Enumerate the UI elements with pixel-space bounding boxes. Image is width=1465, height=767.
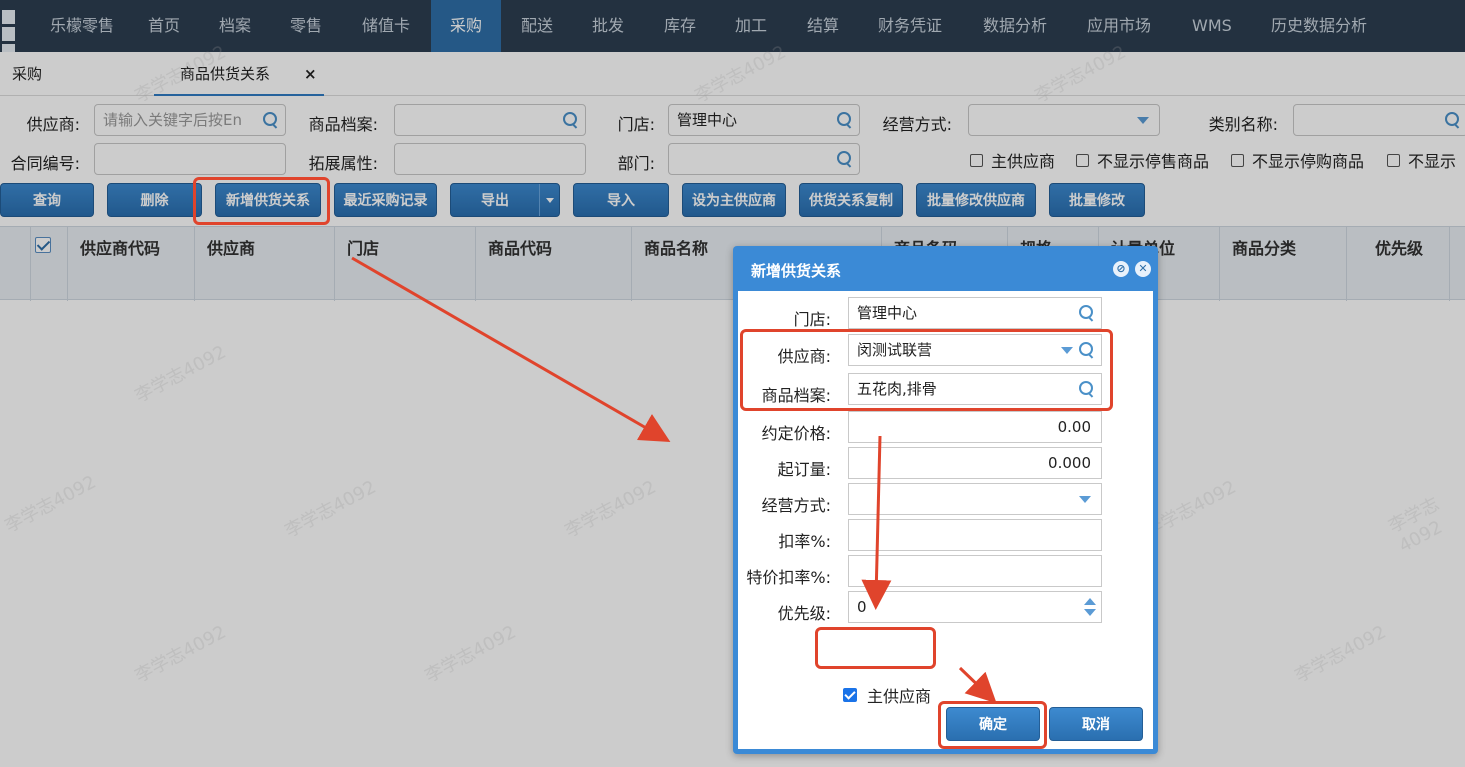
arrow-to-dialog — [351, 256, 671, 443]
arrow-to-confirm — [958, 666, 997, 704]
annotation-arrows — [351, 256, 997, 704]
arrow-to-checkbox — [861, 435, 892, 610]
